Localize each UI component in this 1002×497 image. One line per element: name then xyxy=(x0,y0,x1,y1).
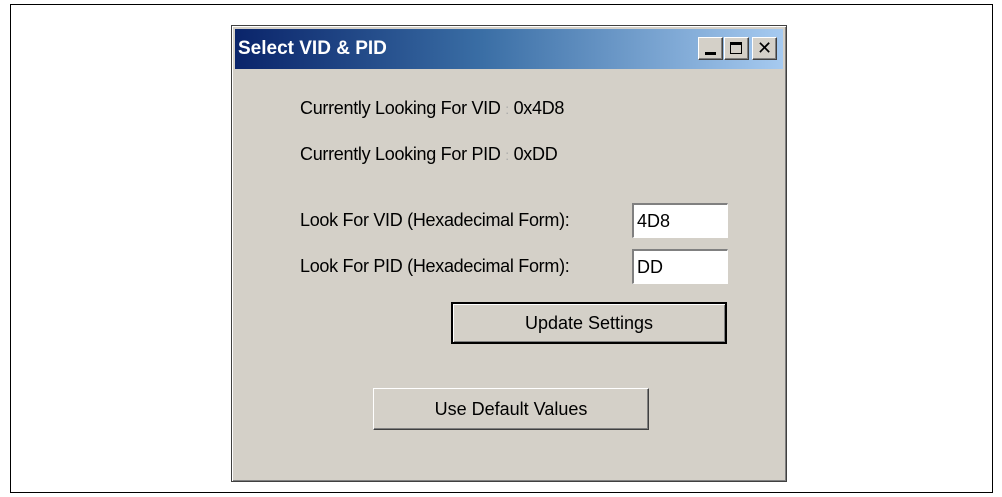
pid-input-label: Look For PID (Hexadecimal Form): xyxy=(300,256,570,276)
close-icon: ✕ xyxy=(756,38,773,59)
use-default-values-button[interactable]: Use Default Values xyxy=(373,388,649,430)
vid-input[interactable] xyxy=(632,203,728,238)
minimize-icon xyxy=(705,52,716,55)
dialog-window: Select VID & PID ✕ Currently Looking For… xyxy=(231,25,787,482)
update-settings-button[interactable]: Update Settings xyxy=(451,302,727,344)
minimize-button[interactable] xyxy=(698,37,723,60)
current-vid-label: Currently Looking For VID xyxy=(300,98,501,118)
current-vid-separator: : xyxy=(505,101,509,117)
vid-input-label: Look For VID (Hexadecimal Form): xyxy=(300,210,570,230)
window-title: Select VID & PID xyxy=(238,38,387,59)
pid-input[interactable] xyxy=(632,249,728,284)
maximize-icon xyxy=(730,42,742,54)
current-vid-line: Currently Looking For VID : 0x4D8 xyxy=(300,98,564,119)
title-bar[interactable]: Select VID & PID ✕ xyxy=(235,29,783,69)
title-bar-buttons: ✕ xyxy=(697,37,777,62)
current-pid-label: Currently Looking For PID xyxy=(300,144,501,164)
current-pid-separator: : xyxy=(505,147,509,163)
current-pid-value: 0xDD xyxy=(513,144,558,164)
close-button[interactable]: ✕ xyxy=(752,37,777,60)
current-vid-value: 0x4D8 xyxy=(513,98,565,118)
maximize-button[interactable] xyxy=(724,37,749,60)
current-pid-line: Currently Looking For PID : 0xDD xyxy=(300,144,558,165)
